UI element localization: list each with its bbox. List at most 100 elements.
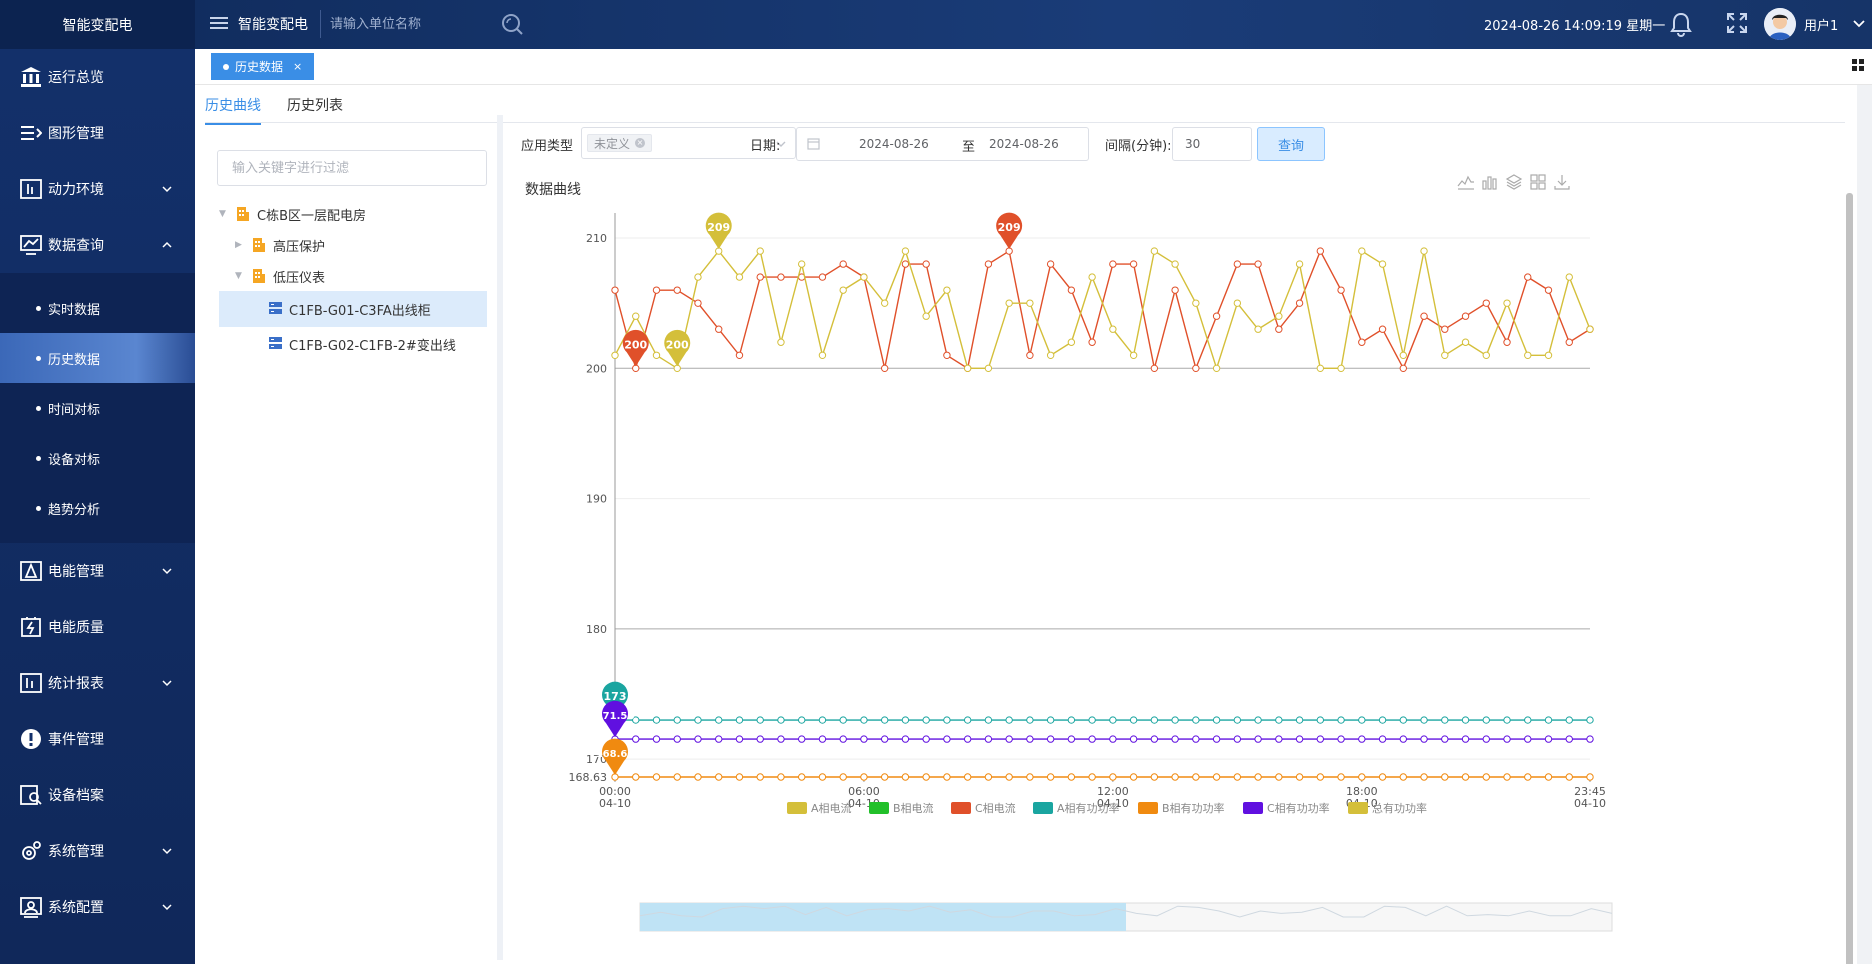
data-point: [880, 735, 889, 743]
page-tab-history[interactable]: 历史数据 ×: [211, 53, 315, 80]
tree-node-root[interactable]: ▼ C栋B区一层配电房: [219, 198, 366, 230]
submenu-item-history[interactable]: 历史数据: [0, 333, 195, 383]
data-point: [1233, 735, 1242, 743]
data-query-submenu: 实时数据 历史数据 时间对标 设备对标 趋势分析: [0, 273, 195, 543]
sidebar-item-graphics[interactable]: 图形管理: [0, 105, 195, 161]
history-line-chart[interactable]: 210200190180170168.6300:0004-1006:0004-1…: [515, 205, 1625, 835]
legend-label: 总有功功率: [1372, 801, 1427, 815]
fullscreen-icon[interactable]: [1726, 12, 1748, 38]
stack-icon[interactable]: [1505, 173, 1523, 195]
line-chart-icon[interactable]: [1457, 173, 1475, 195]
data-point: [1254, 735, 1262, 743]
legend-label: B相有功功率: [1162, 801, 1225, 815]
sidebar-item-environment[interactable]: 动力环境: [0, 161, 195, 217]
vertical-scrollbar[interactable]: [1846, 193, 1853, 964]
data-point: [922, 312, 930, 320]
data-point: [984, 364, 993, 373]
date-start[interactable]: 2024-08-26: [859, 137, 929, 151]
sidebar-item-events[interactable]: 事件管理: [0, 711, 195, 767]
sidebar-item-energy[interactable]: 电能管理: [0, 543, 195, 599]
close-icon[interactable]: ×: [293, 60, 302, 73]
data-point: [1233, 773, 1242, 781]
data-point: [1358, 735, 1366, 743]
avatar[interactable]: [1764, 8, 1796, 40]
data-point: [901, 260, 910, 268]
expanded-arrow-icon[interactable]: ▼: [219, 209, 229, 219]
download-icon[interactable]: [1553, 173, 1571, 195]
sidebar-item-reports[interactable]: 统计报表: [0, 655, 195, 711]
data-zoom-slider[interactable]: [515, 895, 1625, 935]
grid-menu-icon[interactable]: [1852, 59, 1864, 75]
sidebar-item-label: 电能管理: [48, 564, 104, 580]
tree-node-c1fb-g01[interactable]: C1FB-G01-C3FA出线柜: [219, 291, 487, 327]
interval-input[interactable]: [1172, 127, 1252, 161]
tab-history-list[interactable]: 历史列表: [287, 95, 343, 123]
data-point: [1482, 299, 1490, 307]
sidebar-item-system-management[interactable]: 系统管理: [0, 823, 195, 879]
zoom-selection[interactable]: [640, 903, 1126, 931]
data-point: [901, 773, 910, 781]
submenu-item-realtime[interactable]: 实时数据: [0, 283, 195, 333]
tab-history-curve[interactable]: 历史曲线: [205, 95, 261, 125]
top-bar: 智能变配电 智能变配电 2024-08-26 14:09:19 星期一 用户1: [0, 0, 1872, 49]
submenu-item-trend[interactable]: 趋势分析: [0, 483, 195, 533]
data-point: [715, 716, 723, 724]
data-point: [1171, 773, 1179, 781]
sidebar-item-system-config[interactable]: 系统配置: [0, 879, 195, 935]
date-end[interactable]: 2024-08-26: [989, 137, 1059, 151]
menu-toggle-icon[interactable]: [210, 14, 228, 32]
data-point: [860, 273, 868, 281]
data-point: [1420, 773, 1428, 781]
y-tick-label: 210: [586, 232, 607, 245]
sidebar-item-power-quality[interactable]: 电能质量: [0, 599, 195, 655]
bell-icon[interactable]: [1668, 11, 1694, 41]
data-point: [818, 773, 827, 781]
data-point: [715, 325, 723, 333]
datetime-display: 2024-08-26 14:09:19 星期一: [1484, 19, 1666, 34]
tag-close-icon[interactable]: ×: [635, 138, 646, 148]
tree-node-label: C1FB-G02-C1FB-2#变出线: [289, 338, 456, 354]
data-point: [735, 735, 744, 743]
data-point: [652, 716, 661, 724]
submenu-label: 实时数据: [48, 302, 101, 318]
tree-node-low-voltage[interactable]: ▼ 低压仪表: [235, 260, 325, 292]
marker-pin: 168.63: [596, 738, 634, 775]
submenu-item-device-compare[interactable]: 设备对标: [0, 433, 195, 483]
search-icon[interactable]: [500, 12, 524, 40]
sidebar-item-data-query[interactable]: 数据查询: [0, 217, 195, 273]
data-point: [1026, 351, 1034, 359]
tree-node-high-voltage[interactable]: ▶ 高压保护: [235, 229, 325, 261]
tab-dot-icon: [223, 63, 229, 70]
data-point: [777, 273, 785, 281]
unit-search-input[interactable]: [330, 10, 490, 38]
chevron-down-icon[interactable]: [1852, 16, 1866, 34]
data-point: [1316, 773, 1325, 781]
data-point: [1171, 716, 1179, 724]
tree-node-c1fb-g02[interactable]: C1FB-G02-C1FB-2#变出线: [269, 328, 456, 360]
data-point: [1337, 364, 1345, 373]
query-button[interactable]: 查询: [1257, 127, 1325, 161]
date-range-separator: 至: [962, 140, 976, 155]
data-point: [1337, 773, 1345, 781]
data-point: [1565, 716, 1573, 724]
legend-item: A相有功功率: [1033, 801, 1120, 815]
expanded-arrow-icon[interactable]: ▼: [235, 271, 245, 281]
series-3: [611, 716, 1594, 724]
tree-filter-input[interactable]: [217, 150, 487, 186]
data-point: [1399, 735, 1407, 743]
chevron-down-icon: [161, 677, 173, 693]
data-point: [1420, 735, 1428, 743]
collapsed-arrow-icon[interactable]: ▶: [235, 240, 245, 250]
date-range-picker[interactable]: 2024-08-26 至 2024-08-26: [796, 127, 1089, 161]
data-point: [943, 286, 951, 294]
bar-chart-icon[interactable]: [1481, 173, 1499, 195]
battery-icon: [20, 616, 42, 638]
submenu-item-time-compare[interactable]: 时间对标: [0, 383, 195, 433]
sidebar-item-overview[interactable]: 运行总览: [0, 49, 195, 105]
data-point: [756, 716, 764, 724]
tile-icon[interactable]: [1529, 173, 1547, 195]
user-name[interactable]: 用户1: [1804, 15, 1838, 34]
sidebar-item-device-archive[interactable]: 设备档案: [0, 767, 195, 823]
legend-label: A相有功功率: [1057, 801, 1120, 815]
data-point: [1378, 773, 1387, 781]
